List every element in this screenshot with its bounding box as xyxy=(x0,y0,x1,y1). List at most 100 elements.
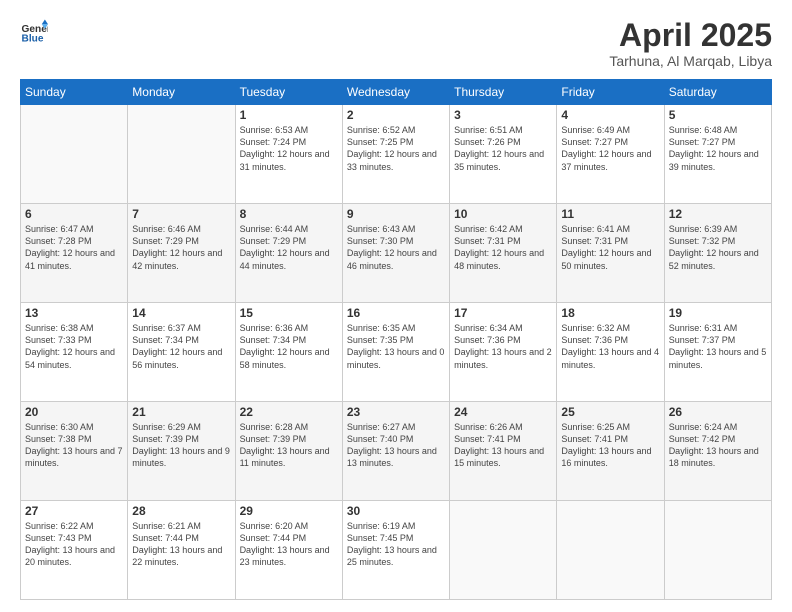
cell-info: Sunrise: 6:39 AM Sunset: 7:32 PM Dayligh… xyxy=(669,223,767,272)
col-wednesday: Wednesday xyxy=(342,80,449,105)
cell-info: Sunrise: 6:22 AM Sunset: 7:43 PM Dayligh… xyxy=(25,520,123,569)
table-row: 22Sunrise: 6:28 AM Sunset: 7:39 PM Dayli… xyxy=(235,402,342,501)
calendar-week-1: 1 Sunrise: 6:53 AM Sunset: 7:24 PM Daylig… xyxy=(21,105,772,204)
header: General Blue April 2025 Tarhuna, Al Marq… xyxy=(20,18,772,69)
day-number: 3 xyxy=(454,108,552,122)
cell-info: Sunrise: 6:41 AM Sunset: 7:31 PM Dayligh… xyxy=(561,223,659,272)
day-number: 6 xyxy=(25,207,123,221)
day-number: 8 xyxy=(240,207,338,221)
day-number: 1 xyxy=(240,108,338,122)
col-thursday: Thursday xyxy=(450,80,557,105)
cell-info: Sunrise: 6:29 AM Sunset: 7:39 PM Dayligh… xyxy=(132,421,230,470)
title-block: April 2025 Tarhuna, Al Marqab, Libya xyxy=(609,18,772,69)
cell-info: Sunrise: 6:47 AM Sunset: 7:28 PM Dayligh… xyxy=(25,223,123,272)
table-row: 5 Sunrise: 6:48 AM Sunset: 7:27 PM Daylig… xyxy=(664,105,771,204)
calendar-week-3: 13 Sunrise: 6:38 AM Sunset: 7:33 PM Dayli… xyxy=(21,303,772,402)
day-number: 17 xyxy=(454,306,552,320)
calendar-week-5: 27 Sunrise: 6:22 AM Sunset: 7:43 PM Dayli… xyxy=(21,501,772,600)
cell-info: Sunrise: 6:27 AM Sunset: 7:40 PM Dayligh… xyxy=(347,421,445,470)
day-number: 23 xyxy=(347,405,445,419)
cell-info: Sunrise: 6:48 AM Sunset: 7:27 PM Dayligh… xyxy=(669,124,767,173)
day-number: 28 xyxy=(132,504,230,518)
cell-info: Sunrise: 6:49 AM Sunset: 7:27 PM Dayligh… xyxy=(561,124,659,173)
day-number: 27 xyxy=(25,504,123,518)
day-number: 15 xyxy=(240,306,338,320)
day-number: 26 xyxy=(669,405,767,419)
day-number: 30 xyxy=(347,504,445,518)
day-number: 22 xyxy=(240,405,338,419)
cell-info: Sunrise: 6:35 AM Sunset: 7:35 PM Dayligh… xyxy=(347,322,445,371)
cell-info: Sunrise: 6:46 AM Sunset: 7:29 PM Dayligh… xyxy=(132,223,230,272)
cell-info: Sunrise: 6:51 AM Sunset: 7:26 PM Dayligh… xyxy=(454,124,552,173)
cell-info: Sunrise: 6:36 AM Sunset: 7:34 PM Dayligh… xyxy=(240,322,338,371)
table-row: 17 Sunrise: 6:34 AM Sunset: 7:36 PM Dayli… xyxy=(450,303,557,402)
day-number: 25 xyxy=(561,405,659,419)
main-title: April 2025 xyxy=(609,18,772,53)
sub-title: Tarhuna, Al Marqab, Libya xyxy=(609,53,772,69)
table-row: 26 Sunrise: 6:24 AM Sunset: 7:42 PM Dayli… xyxy=(664,402,771,501)
table-row: 2 Sunrise: 6:52 AM Sunset: 7:25 PM Daylig… xyxy=(342,105,449,204)
header-row: Sunday Monday Tuesday Wednesday Thursday… xyxy=(21,80,772,105)
cell-info: Sunrise: 6:37 AM Sunset: 7:34 PM Dayligh… xyxy=(132,322,230,371)
table-row xyxy=(21,105,128,204)
day-number: 9 xyxy=(347,207,445,221)
table-row: 23 Sunrise: 6:27 AM Sunset: 7:40 PM Dayli… xyxy=(342,402,449,501)
cell-info: Sunrise: 6:21 AM Sunset: 7:44 PM Dayligh… xyxy=(132,520,230,569)
table-row: 9 Sunrise: 6:43 AM Sunset: 7:30 PM Daylig… xyxy=(342,204,449,303)
cell-info: Sunrise: 6:38 AM Sunset: 7:33 PM Dayligh… xyxy=(25,322,123,371)
table-row: 18 Sunrise: 6:32 AM Sunset: 7:36 PM Dayli… xyxy=(557,303,664,402)
col-saturday: Saturday xyxy=(664,80,771,105)
table-row: 4 Sunrise: 6:49 AM Sunset: 7:27 PM Daylig… xyxy=(557,105,664,204)
calendar-table: Sunday Monday Tuesday Wednesday Thursday… xyxy=(20,79,772,600)
cell-info: Sunrise: 6:52 AM Sunset: 7:25 PM Dayligh… xyxy=(347,124,445,173)
table-row: 3 Sunrise: 6:51 AM Sunset: 7:26 PM Daylig… xyxy=(450,105,557,204)
table-row: 21Sunrise: 6:29 AM Sunset: 7:39 PM Dayli… xyxy=(128,402,235,501)
table-row xyxy=(128,105,235,204)
table-row: 29Sunrise: 6:20 AM Sunset: 7:44 PM Dayli… xyxy=(235,501,342,600)
table-row: 1 Sunrise: 6:53 AM Sunset: 7:24 PM Daylig… xyxy=(235,105,342,204)
day-number: 12 xyxy=(669,207,767,221)
table-row: 10Sunrise: 6:42 AM Sunset: 7:31 PM Dayli… xyxy=(450,204,557,303)
table-row xyxy=(450,501,557,600)
col-monday: Monday xyxy=(128,80,235,105)
cell-info: Sunrise: 6:26 AM Sunset: 7:41 PM Dayligh… xyxy=(454,421,552,470)
cell-info: Sunrise: 6:42 AM Sunset: 7:31 PM Dayligh… xyxy=(454,223,552,272)
day-number: 11 xyxy=(561,207,659,221)
logo: General Blue xyxy=(20,18,48,46)
table-row: 7 Sunrise: 6:46 AM Sunset: 7:29 PM Daylig… xyxy=(128,204,235,303)
cell-info: Sunrise: 6:34 AM Sunset: 7:36 PM Dayligh… xyxy=(454,322,552,371)
table-row: 8 Sunrise: 6:44 AM Sunset: 7:29 PM Daylig… xyxy=(235,204,342,303)
svg-text:Blue: Blue xyxy=(22,33,44,44)
day-number: 13 xyxy=(25,306,123,320)
day-number: 4 xyxy=(561,108,659,122)
table-row xyxy=(664,501,771,600)
cell-info: Sunrise: 6:43 AM Sunset: 7:30 PM Dayligh… xyxy=(347,223,445,272)
table-row: 28 Sunrise: 6:21 AM Sunset: 7:44 PM Dayli… xyxy=(128,501,235,600)
table-row: 30 Sunrise: 6:19 AM Sunset: 7:45 PM Dayli… xyxy=(342,501,449,600)
cell-info: Sunrise: 6:53 AM Sunset: 7:24 PM Dayligh… xyxy=(240,124,338,173)
day-number: 5 xyxy=(669,108,767,122)
col-friday: Friday xyxy=(557,80,664,105)
table-row: 20Sunrise: 6:30 AM Sunset: 7:38 PM Dayli… xyxy=(21,402,128,501)
day-number: 19 xyxy=(669,306,767,320)
cell-info: Sunrise: 6:44 AM Sunset: 7:29 PM Dayligh… xyxy=(240,223,338,272)
day-number: 7 xyxy=(132,207,230,221)
table-row: 6 Sunrise: 6:47 AM Sunset: 7:28 PM Daylig… xyxy=(21,204,128,303)
table-row: 27 Sunrise: 6:22 AM Sunset: 7:43 PM Dayli… xyxy=(21,501,128,600)
calendar-week-2: 6 Sunrise: 6:47 AM Sunset: 7:28 PM Daylig… xyxy=(21,204,772,303)
day-number: 2 xyxy=(347,108,445,122)
cell-info: Sunrise: 6:32 AM Sunset: 7:36 PM Dayligh… xyxy=(561,322,659,371)
day-number: 18 xyxy=(561,306,659,320)
cell-info: Sunrise: 6:19 AM Sunset: 7:45 PM Dayligh… xyxy=(347,520,445,569)
table-row: 25Sunrise: 6:25 AM Sunset: 7:41 PM Dayli… xyxy=(557,402,664,501)
calendar-week-4: 20Sunrise: 6:30 AM Sunset: 7:38 PM Dayli… xyxy=(21,402,772,501)
day-number: 14 xyxy=(132,306,230,320)
table-row: 11 Sunrise: 6:41 AM Sunset: 7:31 PM Dayli… xyxy=(557,204,664,303)
page: General Blue April 2025 Tarhuna, Al Marq… xyxy=(0,0,792,612)
cell-info: Sunrise: 6:30 AM Sunset: 7:38 PM Dayligh… xyxy=(25,421,123,470)
table-row: 16Sunrise: 6:35 AM Sunset: 7:35 PM Dayli… xyxy=(342,303,449,402)
table-row: 14 Sunrise: 6:37 AM Sunset: 7:34 PM Dayli… xyxy=(128,303,235,402)
cell-info: Sunrise: 6:24 AM Sunset: 7:42 PM Dayligh… xyxy=(669,421,767,470)
table-row: 15 Sunrise: 6:36 AM Sunset: 7:34 PM Dayli… xyxy=(235,303,342,402)
table-row: 19Sunrise: 6:31 AM Sunset: 7:37 PM Dayli… xyxy=(664,303,771,402)
